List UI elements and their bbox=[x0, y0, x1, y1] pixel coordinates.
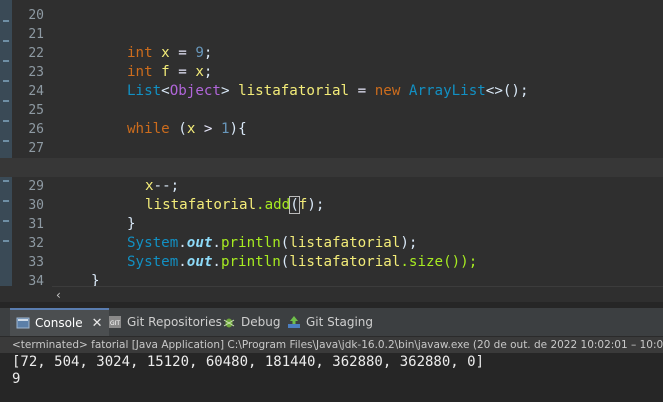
git-staging-icon bbox=[287, 315, 301, 329]
code-line[interactable]: 30 } bbox=[0, 177, 663, 232]
console-output-line[interactable]: 9 bbox=[12, 371, 20, 388]
code-line[interactable]: 31 System.out.println(listafatorial); bbox=[0, 196, 663, 251]
console-view[interactable]: <terminated> fatorial [Java Application]… bbox=[0, 337, 663, 402]
code-line[interactable]: 26 bbox=[0, 101, 663, 137]
code-line[interactable]: 33 } bbox=[0, 234, 663, 286]
console-icon bbox=[16, 316, 30, 330]
tab-label: Git Staging bbox=[306, 315, 374, 329]
console-status-bar: <terminated> fatorial [Java Application]… bbox=[0, 337, 663, 353]
debug-icon bbox=[222, 315, 236, 329]
code-line[interactable]: 22 int f = x; bbox=[0, 25, 663, 80]
svg-text:GIT: GIT bbox=[110, 320, 120, 327]
code-line[interactable]: 28 x--; bbox=[0, 139, 663, 194]
scrollbar-corner bbox=[0, 286, 52, 302]
scroll-left-icon[interactable]: ‹ bbox=[56, 287, 61, 303]
code-line[interactable]: 35 } bbox=[0, 272, 663, 286]
git-repositories-icon: GIT bbox=[108, 315, 122, 329]
close-icon[interactable]: ✕ bbox=[92, 316, 103, 331]
code-line[interactable]: 24 bbox=[0, 63, 663, 99]
tab-label: Console bbox=[35, 316, 83, 330]
tab-debug[interactable]: Debug bbox=[222, 308, 280, 336]
code-line-current[interactable]: 29 listafatorial.add(f); bbox=[0, 158, 663, 214]
code-line[interactable]: 25 while (x > 1){ bbox=[0, 82, 663, 137]
bottom-panel-tabs: Console ✕ GIT Git Repositories Debug Git… bbox=[0, 308, 663, 337]
code-editor[interactable]: 20 21 int x = 9; 22 int f = x; 23 List<O… bbox=[0, 0, 663, 286]
code-line[interactable]: 32 System.out.println(listafatorial.size… bbox=[0, 215, 663, 270]
tab-label: Git Repositories bbox=[127, 315, 222, 329]
code-line[interactable]: 34 bbox=[0, 253, 663, 286]
console-output-line[interactable]: [72, 504, 3024, 15120, 60480, 181440, 36… bbox=[12, 354, 484, 371]
horizontal-scrollbar[interactable]: ‹ bbox=[52, 286, 663, 303]
code-line[interactable]: 21 int x = 9; bbox=[0, 6, 663, 61]
tab-git-staging[interactable]: Git Staging bbox=[287, 308, 373, 336]
code-line[interactable]: 23 List<Object> listafatorial = new Arra… bbox=[0, 44, 663, 99]
tab-console[interactable]: Console ✕ bbox=[10, 308, 109, 336]
code-line[interactable]: 27 f = f *(x-1); bbox=[0, 120, 663, 175]
tab-git-repositories[interactable]: GIT Git Repositories bbox=[108, 308, 222, 336]
tab-label: Debug bbox=[241, 315, 281, 329]
